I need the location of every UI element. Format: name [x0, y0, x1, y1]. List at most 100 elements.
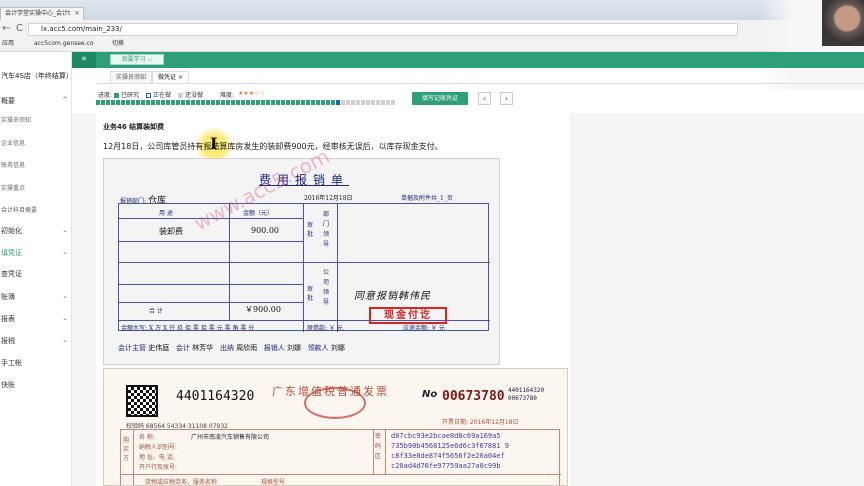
progress-step[interactable]	[301, 100, 305, 105]
progress-step[interactable]	[286, 100, 290, 105]
sidebar-item-label: 会计科目概要	[1, 207, 38, 214]
sidebar-item-reports[interactable]: 报表 ⌄	[0, 314, 72, 324]
progress-step[interactable]	[196, 100, 200, 105]
name-label: 名 称:	[139, 434, 155, 441]
progress-step[interactable]	[261, 100, 265, 105]
chevron-down-icon: ⌄	[62, 248, 68, 256]
progress-step[interactable]	[331, 100, 335, 105]
sidebar-item-accounts[interactable]: 账务信息	[0, 160, 72, 169]
progress-step[interactable]	[156, 100, 160, 105]
progress-step[interactable]	[246, 100, 250, 105]
progress-step[interactable]	[371, 100, 375, 105]
sidebar-item-subjects[interactable]: 会计科目概要	[0, 205, 72, 214]
bookmark-gensee[interactable]: acc5com.gensee.co	[34, 37, 94, 51]
sidebar-item-check-voucher[interactable]: 查凭证	[0, 269, 72, 279]
progress-step[interactable]	[326, 100, 330, 105]
progress-step[interactable]	[106, 100, 110, 105]
presenter-thumbnail	[822, 0, 864, 46]
tab-guide[interactable]: 实操员须知	[110, 71, 153, 83]
progress-step[interactable]	[346, 100, 350, 105]
progress-step[interactable]	[211, 100, 215, 105]
prev-button[interactable]: ‹	[478, 92, 491, 105]
url-bar[interactable]: lx.acc5.com/main_233/	[28, 23, 738, 36]
progress-step[interactable]	[351, 100, 355, 105]
progress-step[interactable]	[296, 100, 300, 105]
progress-label: 进度:	[98, 92, 113, 99]
progress-step[interactable]	[226, 100, 230, 105]
bookmark-apps[interactable]: 应用	[2, 37, 14, 51]
sidebar-item-tax[interactable]: 报税 ⌄	[0, 336, 72, 346]
progress-step[interactable]	[101, 100, 105, 105]
goods-header: 货物或应税劳务、服务名称	[145, 479, 218, 486]
progress-step[interactable]	[391, 100, 395, 105]
sidebar-item-guide[interactable]: 实操员须知	[0, 115, 72, 124]
progress-step[interactable]	[111, 100, 115, 105]
sidebar-item-quick[interactable]: 快账	[0, 380, 72, 390]
difficulty-label: 难度:	[220, 92, 235, 99]
sidebar-item-company[interactable]: 企业信息	[0, 138, 72, 147]
progress-step[interactable]	[276, 100, 280, 105]
sidebar-item-label: 实操员须知	[1, 117, 32, 124]
progress-step[interactable]	[141, 100, 145, 105]
sidebar-item-overview[interactable]: 概要 ^	[0, 96, 72, 106]
progress-step[interactable]	[116, 100, 120, 105]
progress-step[interactable]	[311, 100, 315, 105]
progress-step[interactable]	[356, 100, 360, 105]
progress-step[interactable]	[361, 100, 365, 105]
progress-step[interactable]	[236, 100, 240, 105]
close-icon[interactable]: ×	[178, 74, 183, 81]
sidebar-item-fill-voucher[interactable]: 填凭证 ⌄	[0, 248, 72, 258]
progress-step[interactable]	[171, 100, 175, 105]
next-button[interactable]: ›	[500, 92, 513, 105]
progress-step[interactable]	[321, 100, 325, 105]
progress-step[interactable]	[221, 100, 225, 105]
progress-step[interactable]	[251, 100, 255, 105]
module-select[interactable]: 我要学习 ⌵	[110, 54, 164, 65]
write-voucher-button[interactable]: 填写记账凭证	[412, 92, 468, 105]
progress-step[interactable]	[186, 100, 190, 105]
progress-step[interactable]	[341, 100, 345, 105]
progress-step[interactable]	[201, 100, 205, 105]
progress-step[interactable]	[181, 100, 185, 105]
progress-step[interactable]	[306, 100, 310, 105]
close-icon[interactable]: ×	[74, 8, 80, 19]
progress-step[interactable]	[336, 100, 340, 105]
progress-step[interactable]	[146, 100, 150, 105]
progress-step[interactable]	[291, 100, 295, 105]
progress-step[interactable]	[136, 100, 140, 105]
progress-step[interactable]	[151, 100, 155, 105]
progress-step[interactable]	[316, 100, 320, 105]
browser-tab[interactable]: 会计学堂实操中心_会计t ×	[0, 7, 84, 20]
progress-step[interactable]	[216, 100, 220, 105]
collapse-sidebar-button[interactable]: «	[72, 52, 96, 68]
sidebar-item-init[interactable]: 初始化 ⌄	[0, 226, 72, 236]
row1-amount: 900.00	[251, 226, 279, 235]
progress-step[interactable]	[376, 100, 380, 105]
sidebar-item-manual[interactable]: 手工帐	[0, 358, 72, 368]
sidebar-item-key-points[interactable]: 实操重点	[0, 183, 72, 192]
tab-make-voucher[interactable]: 做凭证 ×	[152, 71, 189, 83]
sidebar-item-ledger[interactable]: 账簿 ⌄	[0, 292, 72, 302]
progress-step[interactable]	[271, 100, 275, 105]
progress-step[interactable]	[231, 100, 235, 105]
progress-step[interactable]	[96, 100, 100, 105]
url-text: lx.acc5.com/main_233/	[41, 25, 122, 33]
progress-step[interactable]	[176, 100, 180, 105]
progress-step[interactable]	[206, 100, 210, 105]
progress-step[interactable]	[131, 100, 135, 105]
progress-step[interactable]	[241, 100, 245, 105]
progress-step[interactable]	[381, 100, 385, 105]
progress-step[interactable]	[121, 100, 125, 105]
progress-step[interactable]	[366, 100, 370, 105]
back-icon[interactable]: ←	[2, 23, 10, 34]
reload-icon[interactable]: C	[16, 23, 23, 34]
progress-step[interactable]	[166, 100, 170, 105]
progress-step[interactable]	[266, 100, 270, 105]
progress-step[interactable]	[256, 100, 260, 105]
progress-step[interactable]	[191, 100, 195, 105]
bookmark-switch[interactable]: 切换	[112, 37, 124, 51]
progress-step[interactable]	[161, 100, 165, 105]
progress-step[interactable]	[281, 100, 285, 105]
progress-step[interactable]	[386, 100, 390, 105]
progress-step[interactable]	[126, 100, 130, 105]
